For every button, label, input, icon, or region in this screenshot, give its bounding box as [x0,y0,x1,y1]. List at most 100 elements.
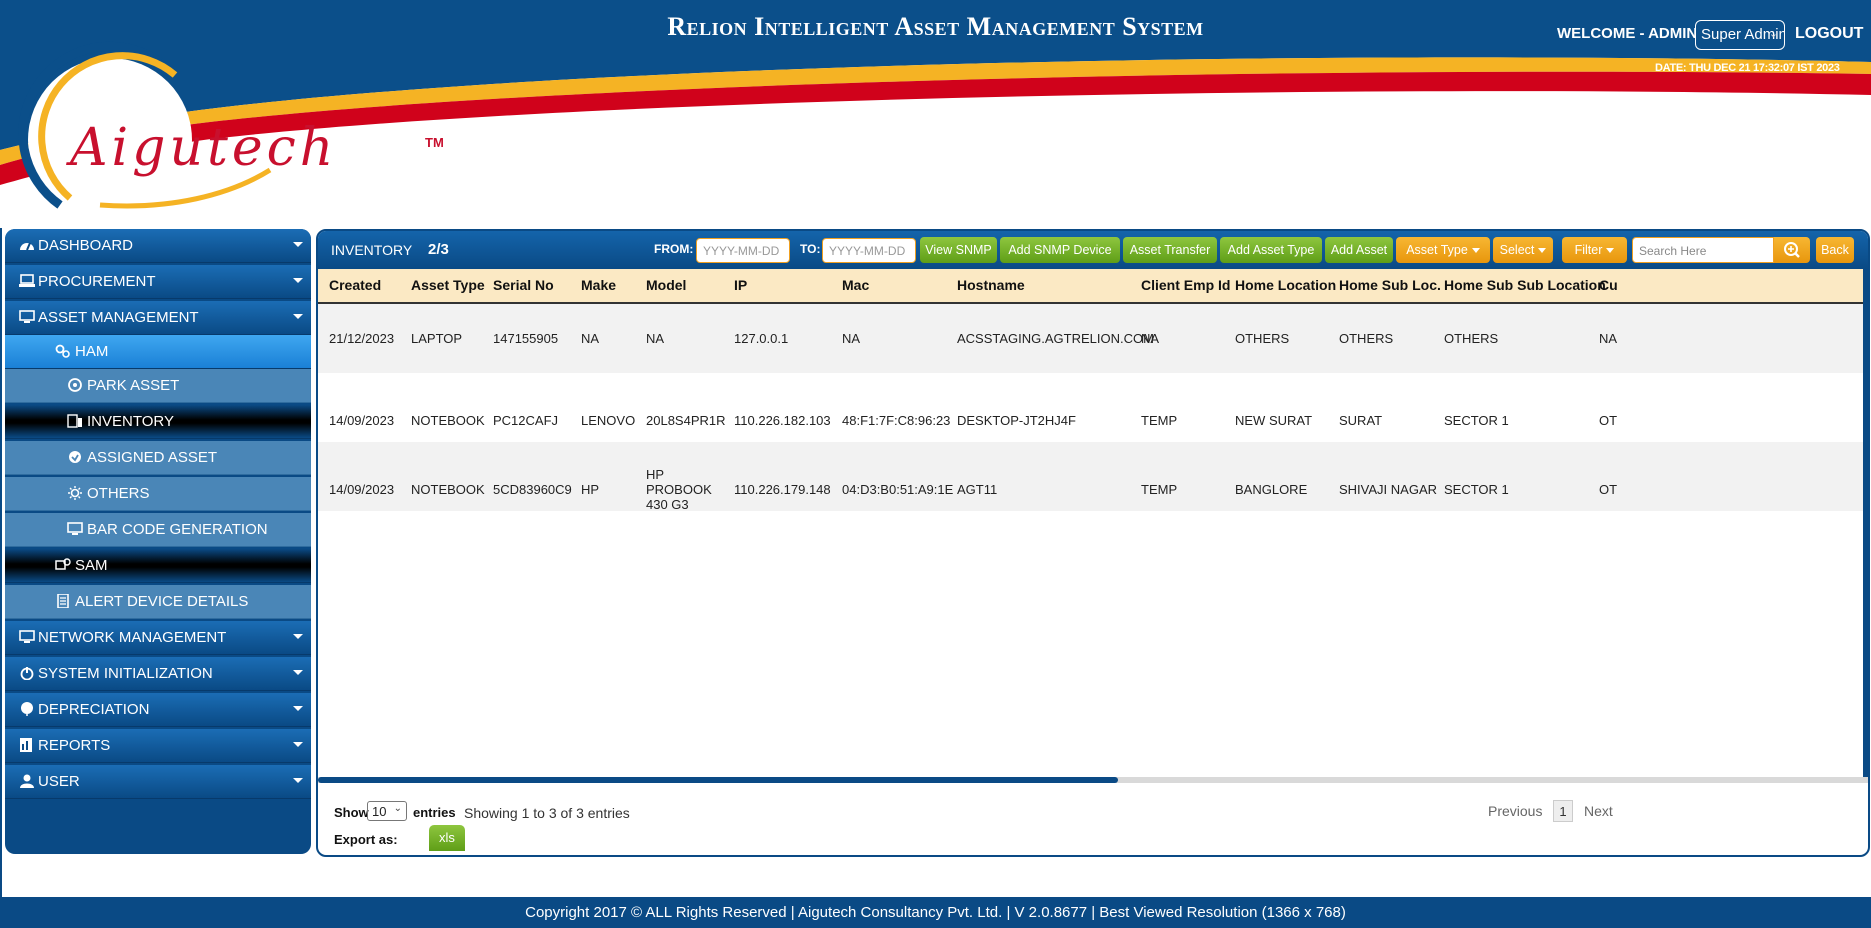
page-number-button[interactable]: 1 [1553,800,1573,822]
desktop-icon [67,522,83,535]
export-xls-button[interactable]: xls [429,825,465,851]
column-header[interactable]: Home Sub Sub Location [1444,277,1606,293]
to-label: TO: [800,242,821,256]
asset-type-dropdown[interactable]: Asset Type [1396,237,1490,263]
view-snmp-button[interactable]: View SNMP [920,237,997,263]
sidebar-item-network-management[interactable]: NETWORK MANAGEMENT [5,621,311,655]
table-cell: NA [1599,331,1618,346]
monitor-icon [19,310,35,323]
table-cell: SECTOR 1 [1444,482,1509,497]
table-cell: BANGLORE [1235,482,1308,497]
table-cell: SECTOR 1 [1444,413,1509,428]
sidebar-item-system-initialization[interactable]: SYSTEM INITIALIZATION [5,657,311,691]
asset-transfer-button[interactable]: Asset Transfer [1123,237,1217,263]
logo-trademark: TM [425,135,444,150]
from-date-input[interactable]: YYYY-MM-DD [696,238,790,263]
add-snmp-device-button[interactable]: Add SNMP Device [1000,237,1120,263]
add-asset-type-button[interactable]: Add Asset Type [1220,237,1322,263]
sidebar-label: HAM [75,343,109,360]
table-row[interactable]: 21/12/2023 LAPTOP 147155905 NA NA 127.0.… [318,304,1868,373]
logout-link[interactable]: LOGOUT [1795,25,1863,43]
sidebar: DASHBOARD PROCUREMENT ASSET MANAGEMENT H… [5,229,311,854]
table-cell: 5CD83960C9 [493,482,572,497]
sidebar-item-asset-management[interactable]: ASSET MANAGEMENT [5,301,311,335]
column-header[interactable]: Cu [1599,277,1618,293]
column-header[interactable]: Serial No [493,277,554,293]
sidebar-label: REPORTS [38,737,111,754]
table-cell: TEMP [1141,482,1178,497]
caret-down-icon [293,314,303,319]
sidebar-item-reports[interactable]: REPORTS [5,729,311,763]
sidebar-item-park-asset[interactable]: PARK ASSET [5,369,311,403]
table-cell-model-line: 430 G3 [646,497,689,512]
assigned-icon [69,451,81,463]
table-cell: TEMP [1141,413,1178,428]
sidebar-label: USER [38,773,80,790]
table-cell: OT [1599,413,1618,428]
power-icon [20,667,34,680]
entries-label: entries [413,805,456,820]
horizontal-scroll-thumb[interactable] [318,777,1118,783]
column-header[interactable]: Asset Type [411,277,485,293]
sidebar-item-procurement[interactable]: PROCUREMENT [5,265,311,299]
sidebar-item-depreciation[interactable]: DEPRECIATION [5,693,311,727]
back-button[interactable]: Back [1816,237,1854,263]
sidebar-item-sam[interactable]: SAM [5,549,311,583]
table-cell: SHIVAJI NAGAR [1339,482,1438,497]
caret-down-icon [293,634,303,639]
sidebar-item-assigned-asset[interactable]: ASSIGNED ASSET [5,441,311,475]
sidebar-item-inventory[interactable]: INVENTORY [5,405,311,439]
role-select[interactable]: Super Admin ⌄ [1695,20,1785,50]
software-icon [55,558,71,570]
record-count: 2/3 [428,241,449,258]
sidebar-item-bar-code-generation[interactable]: BAR CODE GENERATION [5,513,311,547]
next-page-button[interactable]: Next [1584,803,1613,819]
search-button[interactable] [1774,237,1810,263]
sidebar-item-user[interactable]: USER [5,765,311,799]
vertical-scrollbar[interactable] [1863,269,1868,777]
table-row[interactable]: 14/09/2023 NOTEBOOK 5CD83960C9 HP HP PRO… [318,442,1868,512]
sidebar-label: PARK ASSET [87,377,180,394]
page-left-border [0,228,2,898]
company-logo: Aigutech [70,118,338,178]
column-header[interactable]: Model [646,277,686,293]
caret-down-icon [1538,248,1547,254]
sun-gear-icon [68,486,82,500]
document-icon [57,594,69,608]
column-header[interactable]: Make [581,277,616,293]
table-cell: 21/12/2023 [329,331,395,346]
report-icon [20,738,32,752]
previous-page-button[interactable]: Previous [1488,803,1542,819]
column-header[interactable]: Home Sub Loc. [1339,277,1441,293]
add-asset-button[interactable]: Add Asset [1325,237,1393,263]
gears-icon [55,344,70,358]
search-input[interactable]: Search Here [1632,237,1774,263]
column-header[interactable]: Client Emp Id [1141,277,1230,293]
entries-select[interactable]: 10 ⌄ [367,801,407,821]
sidebar-item-dashboard[interactable]: DASHBOARD [5,229,311,263]
table-cell: NA [842,331,861,346]
select-dropdown[interactable]: Select [1493,237,1553,263]
park-asset-icon [68,378,82,392]
sidebar-item-ham[interactable]: HAM [5,335,311,369]
caret-down-icon [293,742,303,747]
sidebar-label: DASHBOARD [38,237,134,254]
column-header[interactable]: Hostname [957,277,1025,293]
sidebar-item-others[interactable]: OTHERS [5,477,311,511]
table-cell: 127.0.0.1 [734,331,789,346]
to-date-input[interactable]: YYYY-MM-DD [822,238,916,263]
filter-dropdown[interactable]: Filter [1562,237,1627,263]
table-row[interactable]: 14/09/2023 NOTEBOOK PC12CAFJ LENOVO 20L8… [318,373,1868,442]
table-cell: LENOVO [581,413,636,428]
from-label: FROM: [654,242,694,256]
table-cell: ACSSTAGING.AGTRELION.COM [957,331,1154,346]
caret-down-icon [293,278,303,283]
column-header[interactable]: Mac [842,277,869,293]
column-header[interactable]: IP [734,277,747,293]
table-cell: PC12CAFJ [493,413,559,428]
column-header[interactable]: Home Location [1235,277,1336,293]
laptop-icon [19,274,35,287]
sidebar-item-alert-device-details[interactable]: ALERT DEVICE DETAILS [5,585,311,619]
sidebar-label: ASSIGNED ASSET [87,449,218,466]
column-header[interactable]: Created [329,277,381,293]
